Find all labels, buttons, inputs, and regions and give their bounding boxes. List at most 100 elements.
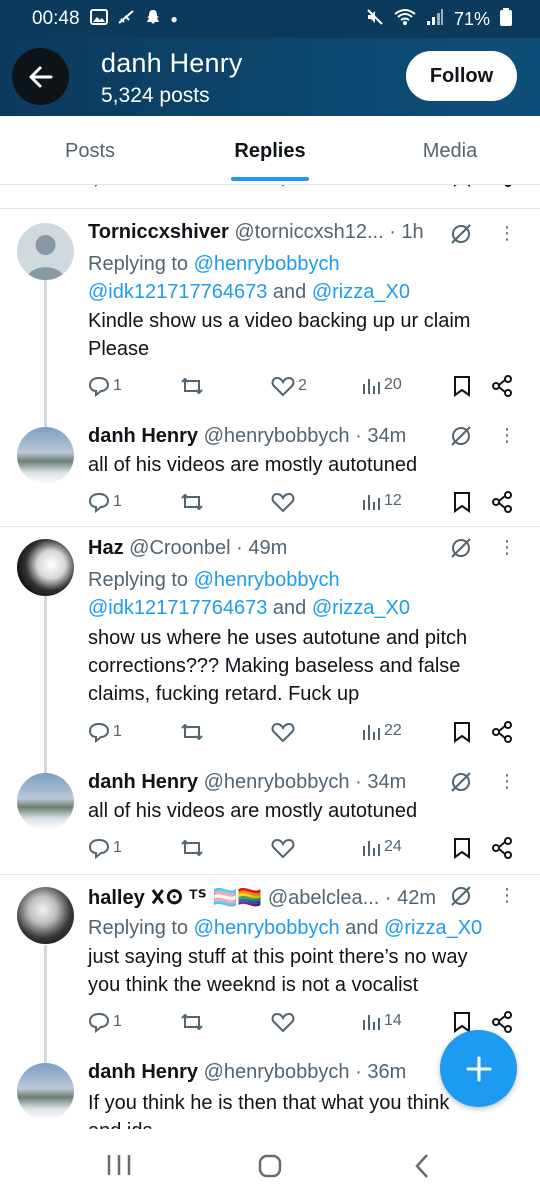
share-icon[interactable] [491,721,513,743]
author-handle[interactable]: @abelclea... [268,887,379,909]
repost-icon [181,723,203,741]
bookmark-icon[interactable] [453,375,471,397]
mention[interactable]: @rizza_X0 [312,597,410,619]
mention[interactable]: @henrybobbych [194,917,340,939]
tab-replies[interactable]: Replies [180,116,360,184]
cell-signal-icon [426,8,444,31]
tweet-text: show us where he uses autotune and pitch… [88,624,522,708]
share-icon[interactable] [491,837,513,859]
tweet-header: Haz @Croonbel · 49m [88,537,460,560]
bookmark-icon[interactable] [453,185,471,187]
author-handle[interactable]: @Croonbel [129,537,230,559]
like-button[interactable] [271,721,295,743]
repost-button[interactable] [180,1011,204,1033]
like-button[interactable]: 2 [271,375,307,397]
and-label: and [267,281,312,303]
reply-button[interactable]: 1 [88,837,122,859]
mention[interactable]: @idk121717764673 [88,597,267,619]
reply-button[interactable]: 1 [88,375,122,397]
repost-button[interactable] [180,721,204,743]
author-name[interactable]: danh Henry [88,771,198,793]
author-name[interactable]: Haz [88,537,124,559]
tweet-text-line: Kindle show us a video backing up ur cla… [88,310,471,332]
system-icons: 71% [366,7,512,31]
like-button[interactable] [271,837,295,859]
mention[interactable]: @rizza_X0 [312,281,410,303]
author-handle[interactable]: @henrybobbych [204,425,350,447]
grok-icon[interactable] [448,883,474,909]
author-name[interactable]: Torniccxshiver [88,221,229,243]
compose-button[interactable] [440,1030,517,1107]
more-options-icon[interactable]: ⋮ [498,223,516,244]
repost-icon[interactable] [181,185,205,187]
grok-icon[interactable] [448,535,474,561]
more-options-icon[interactable]: ⋮ [498,425,516,446]
like-icon[interactable] [271,185,295,187]
tweet-text-line: all of his videos are mostly autotuned [88,800,418,822]
share-icon[interactable] [491,1011,513,1033]
replying-prefix: Replying to [88,569,194,591]
views-button[interactable]: 22 [361,721,402,741]
tweet[interactable]: danh Henry @henrybobbych · 34m ⋮ all of … [0,415,540,527]
share-icon[interactable] [491,375,513,397]
share-icon[interactable] [491,185,513,187]
mention[interactable]: @idk121717764673 [88,281,267,303]
views-button[interactable]: 14 [361,1011,402,1031]
home-icon[interactable] [257,1153,283,1179]
reply-icon[interactable] [88,185,110,187]
tweet[interactable]: halley 𐌗𐌏 ᵀᔆ 🏳️‍⚧️🏳️‍🌈 @abelclea... · 42… [0,875,540,1051]
bookmark-icon[interactable] [453,1011,471,1033]
tab-posts[interactable]: Posts [0,116,180,184]
battery-icon [500,7,512,31]
avatar[interactable] [17,223,74,280]
mention[interactable]: @henrybobbych [194,253,340,275]
reply-count: 1 [113,723,122,740]
like-button[interactable] [271,491,295,513]
reply-button[interactable]: 1 [88,721,122,743]
author-handle[interactable]: @henrybobbych [204,1061,350,1083]
back-button[interactable] [12,48,69,105]
views-button[interactable]: 20 [361,375,402,395]
more-options-icon[interactable]: ⋮ [498,537,516,558]
reply-count: 1 [113,493,122,510]
reply-icon [88,722,110,743]
follow-button[interactable]: Follow [406,51,517,101]
mention[interactable]: @rizza_X0 [384,917,482,939]
views-button[interactable]: 12 [361,491,402,511]
bookmark-icon[interactable] [453,491,471,513]
tweet[interactable]: Haz @Croonbel · 49m ⋮ Replying to @henry… [0,527,540,757]
reply-button[interactable]: 1 [88,491,122,513]
author-name[interactable]: danh Henry [88,1061,198,1083]
grok-icon[interactable] [448,423,474,449]
like-button[interactable] [271,1011,295,1033]
repost-button[interactable] [180,491,204,513]
repost-button[interactable] [180,375,204,397]
reply-button[interactable]: 1 [88,1011,122,1033]
more-options-icon[interactable]: ⋮ [498,885,516,906]
avatar[interactable] [17,539,74,596]
avatar[interactable] [17,1063,74,1120]
recent-apps-icon[interactable] [106,1153,132,1177]
avatar[interactable] [17,887,74,944]
author-handle[interactable]: @henrybobbych [204,771,350,793]
author-name[interactable]: halley 𐌗𐌏 ᵀᔆ [88,887,207,909]
grok-icon[interactable] [448,221,474,247]
back-nav-icon[interactable] [412,1153,432,1179]
grok-icon[interactable] [448,769,474,795]
like-icon [271,492,295,513]
bookmark-icon[interactable] [453,837,471,859]
bookmark-icon[interactable] [453,721,471,743]
share-icon[interactable] [491,491,513,513]
avatar[interactable] [17,427,74,484]
author-name[interactable]: danh Henry [88,425,198,447]
repost-button[interactable] [180,837,204,859]
avatar[interactable] [17,773,74,830]
tweet[interactable]: danh Henry @henrybobbych · 34m ⋮ all of … [0,761,540,873]
tweet-text-line: and ids [88,1117,522,1129]
more-options-icon[interactable]: ⋮ [498,771,516,792]
replying-prefix: Replying to [88,253,194,275]
views-button[interactable]: 24 [361,837,402,857]
mention[interactable]: @henrybobbych [194,569,340,591]
tab-media[interactable]: Media [360,116,540,184]
author-handle[interactable]: @torniccxsh12... [234,221,383,243]
